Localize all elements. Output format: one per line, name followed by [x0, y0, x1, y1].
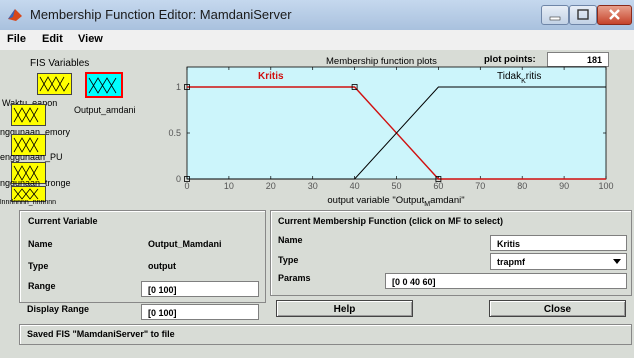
cv-type-label: Type [28, 261, 49, 271]
minimize-icon [549, 16, 561, 21]
mf-params-label: Params [278, 273, 311, 283]
x-tick-label: 40 [350, 181, 360, 191]
cv-range-input[interactable]: [0 100] [141, 281, 259, 297]
cv-name-value: Output_Mamdani [148, 239, 222, 249]
mf-type-value: trapmf [497, 257, 526, 267]
membership-function-chart[interactable]: 0 10 20 30 40 50 60 70 80 90 10000.51Kritis TidakKr… [0, 50, 634, 206]
x-tick-label: 80 [517, 181, 527, 191]
x-tick-label: 20 [266, 181, 276, 191]
x-tick-label: 0 [184, 181, 189, 191]
x-tick-label: 30 [308, 181, 318, 191]
close-button[interactable]: Close [489, 300, 626, 317]
minimize-button[interactable] [541, 5, 569, 25]
mf-label-kritis: Kritis [258, 71, 284, 82]
help-button[interactable]: Help [276, 300, 413, 317]
y-tick-label: 0 [176, 174, 181, 184]
close-window-button[interactable] [597, 5, 632, 25]
cv-type-value: output [148, 261, 176, 271]
x-tick-label: 50 [391, 181, 401, 191]
mf-type-select[interactable]: trapmf [490, 253, 627, 270]
status-text: Saved FIS "MamdaniServer" to file [27, 329, 175, 339]
maximize-icon [577, 9, 589, 20]
y-tick-label: 1 [176, 82, 181, 92]
maximize-button[interactable] [569, 5, 597, 25]
window-title: Membership Function Editor: MamdaniServe… [30, 7, 292, 22]
matlab-logo-icon [8, 9, 22, 21]
upper-area: FIS Variables Waktu_eapon Output_amdani … [0, 50, 634, 206]
menu-view[interactable]: View [78, 33, 103, 45]
x-tick-label: 60 [433, 181, 443, 191]
cv-display-range-label: Display Range [27, 304, 90, 314]
x-tick-label: 70 [475, 181, 485, 191]
current-variable-title: Current Variable [28, 216, 98, 226]
menu-file[interactable]: File [7, 33, 26, 45]
menu-bar: File Edit View [0, 30, 634, 50]
title-bar: Membership Function Editor: MamdaniServe… [0, 0, 634, 31]
menu-edit[interactable]: Edit [42, 33, 63, 45]
cv-range-label: Range [28, 281, 56, 291]
cv-display-range-input[interactable]: [0 100] [141, 304, 259, 320]
x-tick-label: 10 [224, 181, 234, 191]
x-tick-label: 100 [598, 181, 613, 191]
current-mf-panel: Current Membership Function (click on MF… [270, 210, 632, 296]
chevron-down-icon [613, 259, 621, 264]
cv-name-label: Name [28, 239, 53, 249]
current-mf-title: Current Membership Function (click on MF… [278, 216, 504, 226]
mf-params-input[interactable]: [0 0 40 60] [385, 273, 627, 289]
x-tick-label: 90 [559, 181, 569, 191]
status-bar: Saved FIS "MamdaniServer" to file [19, 324, 632, 345]
current-variable-panel: Current Variable Name Output_Mamdani Typ… [19, 210, 266, 303]
mf-name-label: Name [278, 235, 303, 245]
close-icon [609, 9, 620, 20]
x-axis-label: output variable "OutputMamdani" [327, 195, 464, 206]
mf-type-label: Type [278, 255, 299, 265]
y-tick-label: 0.5 [168, 128, 181, 138]
mf-name-input[interactable]: Kritis [490, 235, 627, 251]
plot-area [186, 66, 607, 180]
